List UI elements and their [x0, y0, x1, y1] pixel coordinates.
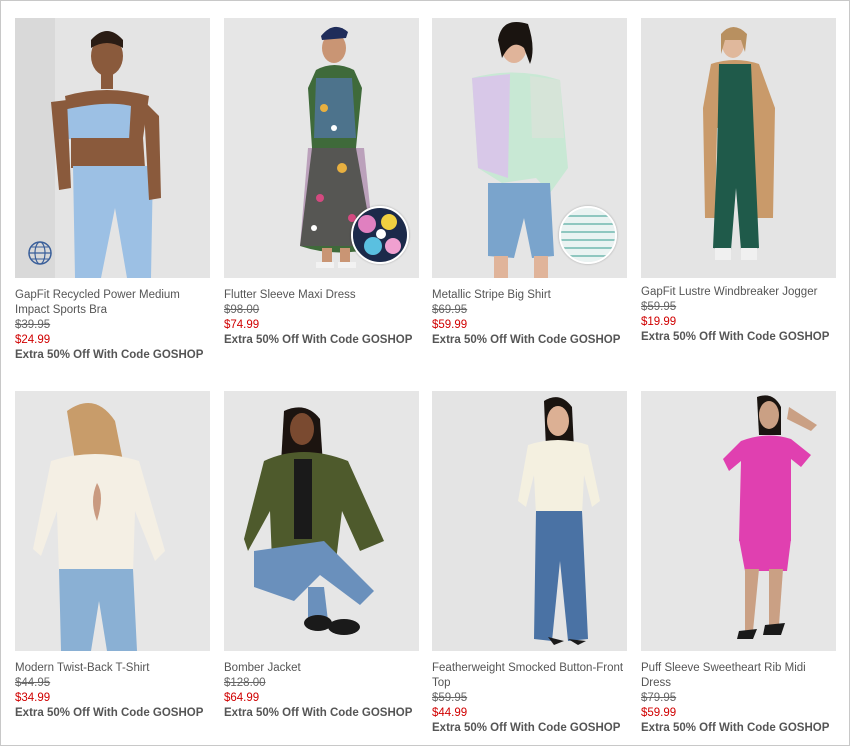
original-price: $44.95 — [15, 677, 51, 689]
promo-text: Extra 50% Off With Code GOSHOP — [432, 334, 621, 346]
product-photo — [641, 18, 836, 278]
promo-text: Extra 50% Off With Code GOSHOP — [432, 722, 621, 734]
product-card[interactable]: Featherweight Smocked Button-Front Top $… — [432, 391, 627, 736]
product-card[interactable]: Bomber Jacket $128.00 $64.99 Extra 50% O… — [224, 391, 419, 721]
promo-text: Extra 50% Off With Code GOSHOP — [15, 707, 204, 719]
product-photo — [224, 391, 419, 651]
product-card[interactable]: Modern Twist-Back T-Shirt $44.95 $34.99 … — [15, 391, 210, 721]
sale-price: $24.99 — [15, 334, 51, 346]
product-card[interactable]: Metallic Stripe Big Shirt $69.95 $59.99 … — [432, 18, 627, 348]
product-photo — [641, 391, 836, 651]
original-price: $59.95 — [432, 692, 468, 704]
product-name[interactable]: GapFit Recycled Power Medium Impact Spor… — [15, 288, 210, 318]
product-image[interactable] — [224, 391, 419, 651]
product-name[interactable]: Flutter Sleeve Maxi Dress — [224, 288, 419, 303]
product-photo — [15, 391, 210, 651]
product-photo — [15, 18, 210, 278]
product-name[interactable]: GapFit Lustre Windbreaker Jogger — [641, 285, 836, 300]
product-image[interactable] — [432, 18, 627, 278]
original-price: $59.95 — [641, 301, 677, 313]
original-price: $128.00 — [224, 677, 266, 689]
product-image[interactable] — [641, 18, 836, 278]
sale-price: $59.99 — [432, 319, 468, 331]
product-image[interactable] — [432, 391, 627, 651]
product-name[interactable]: Modern Twist-Back T-Shirt — [15, 661, 210, 676]
sale-price: $64.99 — [224, 692, 260, 704]
original-price: $79.95 — [641, 692, 677, 704]
product-card[interactable]: GapFit Recycled Power Medium Impact Spor… — [15, 18, 210, 363]
product-name[interactable]: Puff Sleeve Sweetheart Rib Midi Dress — [641, 661, 836, 691]
promo-text: Extra 50% Off With Code GOSHOP — [224, 334, 413, 346]
product-image[interactable] — [224, 18, 419, 278]
sale-price: $74.99 — [224, 319, 260, 331]
sale-price: $19.99 — [641, 316, 677, 328]
product-photo — [432, 391, 627, 651]
sale-price: $34.99 — [15, 692, 51, 704]
product-card[interactable]: GapFit Lustre Windbreaker Jogger $59.95 … — [641, 18, 836, 345]
original-price: $39.95 — [15, 319, 51, 331]
fabric-swatch-icon[interactable] — [559, 206, 617, 264]
product-image[interactable] — [15, 18, 210, 278]
sale-price: $44.99 — [432, 707, 468, 719]
fabric-swatch-icon[interactable] — [351, 206, 409, 264]
promo-text: Extra 50% Off With Code GOSHOP — [15, 349, 204, 361]
promo-text: Extra 50% Off With Code GOSHOP — [641, 331, 830, 343]
globe-icon — [28, 241, 52, 265]
original-price: $98.00 — [224, 304, 260, 316]
promo-text: Extra 50% Off With Code GOSHOP — [224, 707, 413, 719]
sale-price: $59.99 — [641, 707, 677, 719]
product-image[interactable] — [15, 391, 210, 651]
product-card[interactable]: Flutter Sleeve Maxi Dress $98.00 $74.99 … — [224, 18, 419, 348]
promo-text: Extra 50% Off With Code GOSHOP — [641, 722, 830, 734]
product-name[interactable]: Bomber Jacket — [224, 661, 419, 676]
product-name[interactable]: Featherweight Smocked Button-Front Top — [432, 661, 627, 691]
original-price: $69.95 — [432, 304, 468, 316]
product-name[interactable]: Metallic Stripe Big Shirt — [432, 288, 627, 303]
product-card[interactable]: Puff Sleeve Sweetheart Rib Midi Dress $7… — [641, 391, 836, 736]
product-image[interactable] — [641, 391, 836, 651]
